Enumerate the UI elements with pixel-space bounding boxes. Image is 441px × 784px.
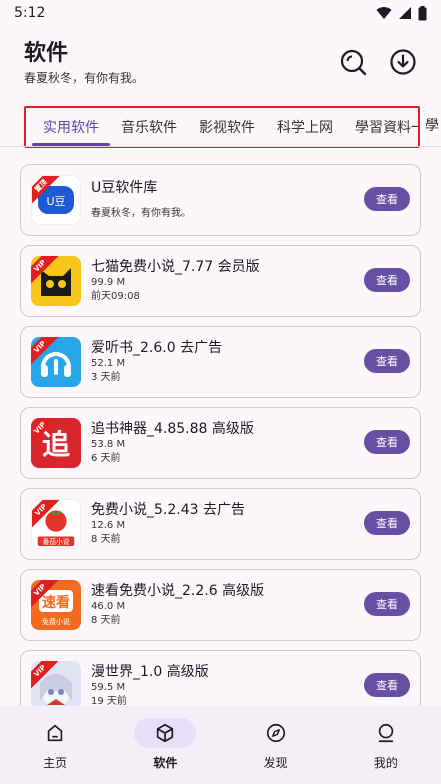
tab-2[interactable]: 影视软件 — [188, 108, 266, 146]
bottom-navigation: 主页 软件 发现 我的 — [0, 706, 441, 784]
page-title: 软件 — [24, 41, 69, 66]
nav-label: 软件 — [153, 756, 178, 770]
tab-0[interactable]: 实用软件 — [32, 108, 110, 146]
nav-item-3[interactable]: 我的 — [331, 706, 441, 784]
app-card[interactable]: 追 VIP 追书神器_4.85.88 高级版 53.8 M6 天前 查看 — [20, 407, 421, 479]
tab-3[interactable]: 科学上网 — [266, 108, 344, 146]
view-button[interactable]: 查看 — [364, 187, 410, 211]
download-icon — [390, 49, 416, 75]
app-icon: VIP — [31, 661, 81, 711]
view-button[interactable]: 查看 — [364, 511, 410, 535]
app-icon: U豆 置顶 — [31, 175, 81, 225]
app-card[interactable]: 速看 免费小说 VIP 速看免费小说_2.2.6 高级版 46.0 M8 天前 查看 — [20, 569, 421, 641]
status-time: 5:12 — [14, 5, 46, 21]
nav-item-2[interactable]: 发现 — [221, 706, 331, 784]
category-tabs: 实用软件 音乐软件 影视软件 科学上网 學習資料一 — [24, 106, 420, 148]
svg-text:速看: 速看 — [42, 594, 70, 611]
nav-label: 我的 — [373, 756, 398, 770]
nav-icon-container — [245, 718, 307, 748]
home-icon — [47, 724, 63, 742]
nav-icon-container — [134, 718, 197, 748]
app-card[interactable]: 番茄小说 VIP 免费小说_5.2.43 去广告 12.6 M8 天前 查看 — [20, 488, 421, 560]
app-list: U豆 置顶 U豆软件库 春夏秋冬，有你有我。 查看 VIP 七猫免费小说_7.77 会员版 9… — [20, 164, 421, 731]
svg-text:免费小说: 免费小说 — [42, 617, 70, 626]
battery-icon — [418, 5, 427, 20]
download-button[interactable] — [389, 48, 417, 76]
app-updated: 8 天前 — [91, 534, 121, 545]
view-button[interactable]: 查看 — [364, 268, 410, 292]
svg-text:追: 追 — [42, 428, 71, 461]
app-updated: 6 天前 — [91, 453, 121, 464]
header-actions — [339, 48, 417, 76]
signal-icon — [399, 7, 411, 19]
wifi-icon — [376, 7, 392, 20]
view-button[interactable]: 查看 — [364, 349, 410, 373]
app-icon: VIP — [31, 337, 81, 387]
app-icon: VIP — [31, 256, 81, 306]
page-subtitle: 春夏秋冬，有你有我。 — [24, 71, 145, 85]
app-icon: 速看 免费小说 VIP — [31, 580, 81, 630]
tab-1[interactable]: 音乐软件 — [110, 108, 188, 146]
svg-text:U豆: U豆 — [46, 195, 65, 208]
page-header: 软件 春夏秋冬，有你有我。 — [24, 40, 224, 86]
app-icon: 番茄小说 VIP — [31, 499, 81, 549]
nav-label: 主页 — [43, 756, 68, 770]
status-bar: 5:12 — [0, 0, 441, 26]
app-updated: 3 天前 — [91, 372, 121, 383]
nav-item-1[interactable]: 软件 — [110, 706, 220, 784]
app-card[interactable]: U豆 置顶 U豆软件库 春夏秋冬，有你有我。 查看 — [20, 164, 421, 236]
view-button[interactable]: 查看 — [364, 592, 410, 616]
app-icon: 追 VIP — [31, 418, 81, 468]
tab-divider — [0, 146, 441, 147]
tab-4[interactable]: 學習資料一 — [344, 108, 418, 146]
app-card[interactable]: VIP 七猫免费小说_7.77 会员版 99.9 M 前天09:08 查看 — [20, 245, 421, 317]
view-button[interactable]: 查看 — [364, 673, 410, 697]
app-updated: 前天09:08 — [91, 291, 140, 302]
compass-icon — [266, 723, 285, 743]
svg-text:番茄小说: 番茄小说 — [43, 537, 70, 546]
cube-icon — [157, 723, 174, 743]
nav-icon-container — [24, 718, 86, 748]
nav-label: 发现 — [263, 756, 288, 770]
app-card[interactable]: VIP 爱听书_2.6.0 去广告 52.1 M3 天前 查看 — [20, 326, 421, 398]
person-icon — [378, 723, 394, 743]
app-updated: 8 天前 — [91, 615, 121, 626]
nav-icon-container — [355, 718, 417, 748]
nav-item-0[interactable]: 主页 — [0, 706, 110, 784]
view-button[interactable]: 查看 — [364, 430, 410, 454]
status-icons — [376, 5, 427, 21]
search-icon — [340, 49, 367, 76]
tab-overflow-peek: 學 — [425, 118, 439, 134]
search-button[interactable] — [339, 48, 367, 76]
